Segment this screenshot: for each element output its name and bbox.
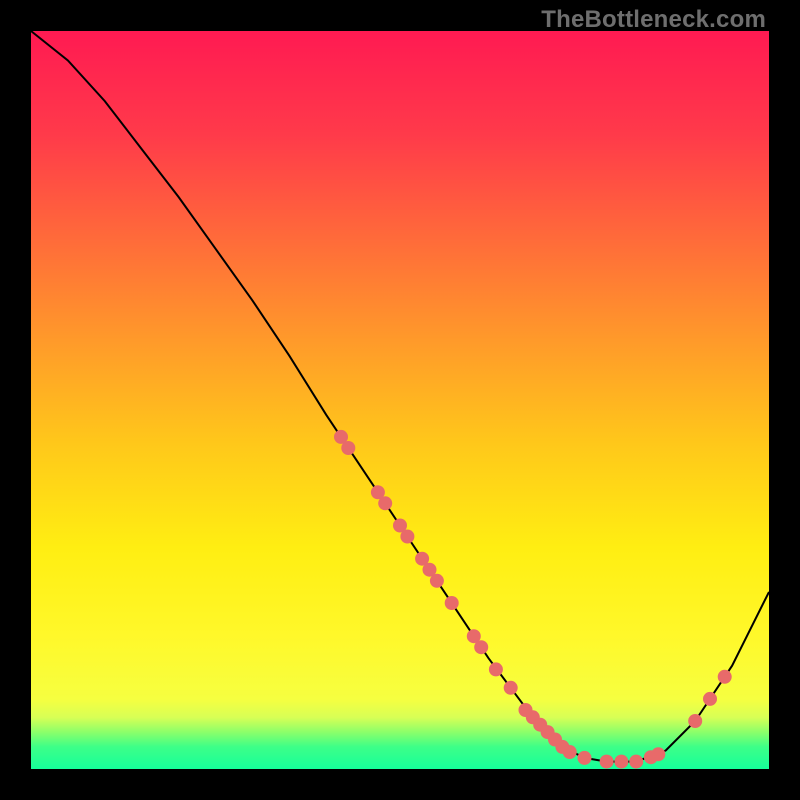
- chart-container: TheBottleneck.com: [0, 0, 800, 800]
- curve-dot: [563, 745, 577, 759]
- curve-dot: [578, 751, 592, 765]
- curve-dot: [489, 662, 503, 676]
- curve-layer: [31, 31, 769, 769]
- curve-dot: [400, 530, 414, 544]
- curve-dots-group: [334, 430, 732, 769]
- curve-dot: [629, 755, 643, 769]
- curve-dot: [504, 681, 518, 695]
- curve-dot: [474, 640, 488, 654]
- curve-dot: [614, 755, 628, 769]
- watermark-text: TheBottleneck.com: [541, 6, 766, 34]
- curve-dot: [688, 714, 702, 728]
- curve-dot: [600, 755, 614, 769]
- curve-dot: [341, 441, 355, 455]
- curve-dot: [445, 596, 459, 610]
- bottleneck-curve: [31, 31, 769, 762]
- curve-dot: [378, 496, 392, 510]
- curve-dot: [703, 692, 717, 706]
- curve-dot: [430, 574, 444, 588]
- curve-dot: [718, 670, 732, 684]
- curve-dot: [651, 747, 665, 761]
